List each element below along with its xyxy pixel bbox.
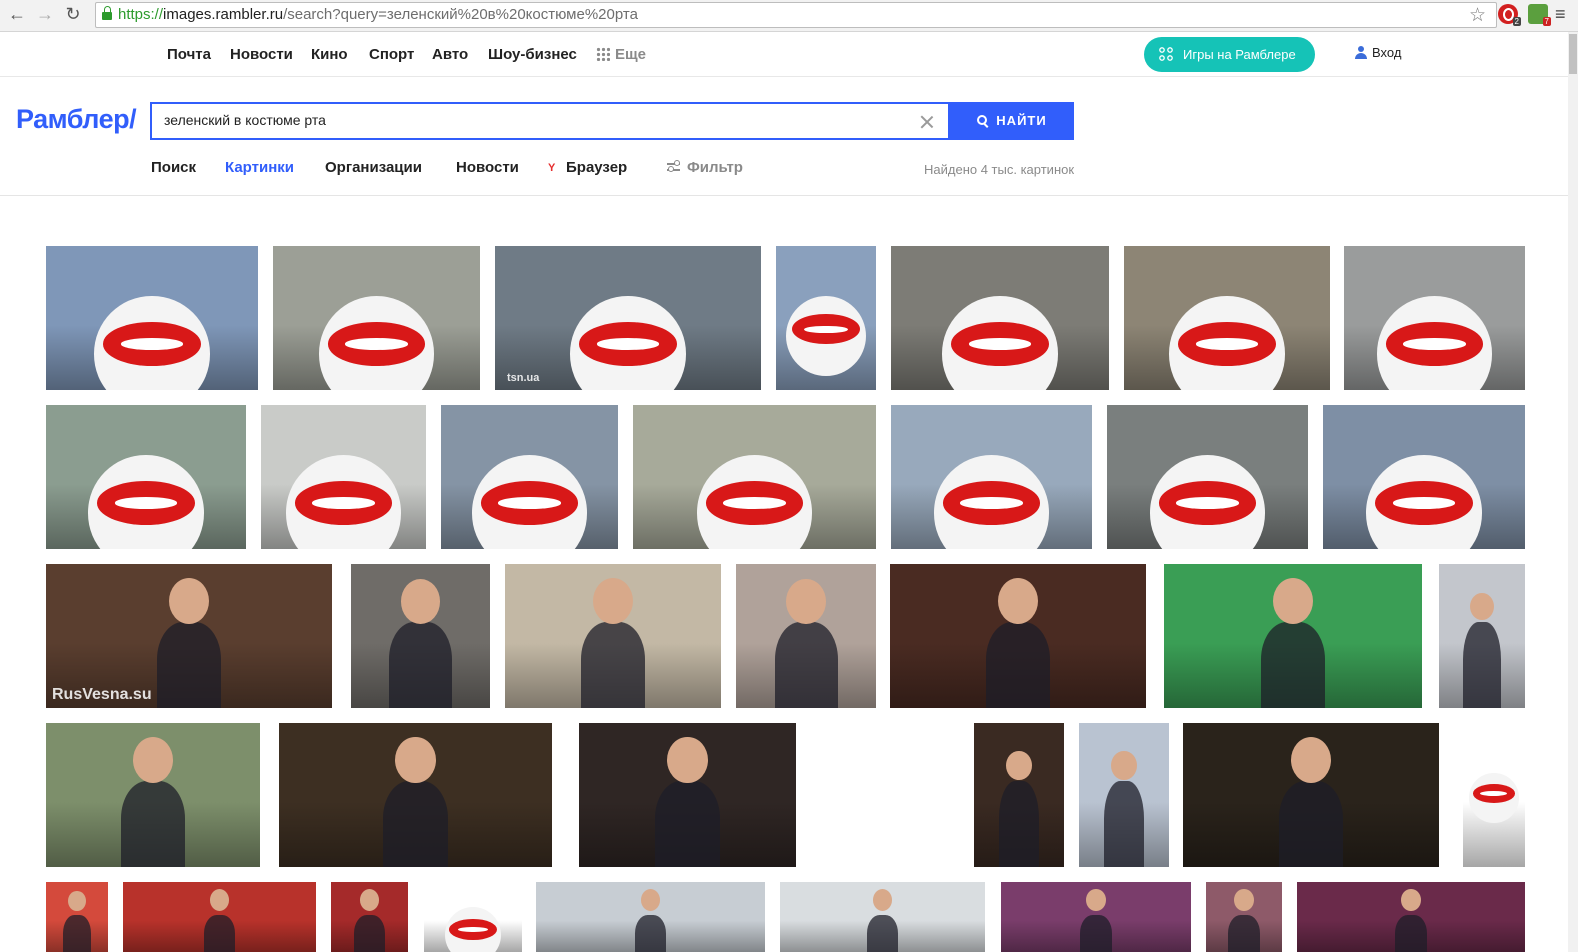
image-result-thumbnail[interactable] <box>890 564 1146 708</box>
nav-item-mail[interactable]: Почта <box>167 46 211 63</box>
tab-images[interactable]: Картинки <box>225 159 294 176</box>
nav-item-news[interactable]: Новости <box>230 46 293 63</box>
clear-icon[interactable] <box>918 113 936 131</box>
rambler-logo[interactable]: Рамблер/ <box>16 104 137 135</box>
extension-icon[interactable]: 7 <box>1528 4 1551 26</box>
image-result-thumbnail[interactable] <box>1439 564 1525 708</box>
user-icon <box>1355 46 1367 59</box>
image-result-thumbnail[interactable] <box>1344 246 1525 390</box>
image-result-thumbnail[interactable]: RusVesna.su <box>46 564 332 708</box>
image-result-thumbnail[interactable]: tsn.ua <box>495 246 761 390</box>
filter-button[interactable]: Фильтр <box>687 159 743 176</box>
address-bar[interactable]: https://images.rambler.ru/search?query=з… <box>95 2 1497 28</box>
search-icon <box>977 115 988 126</box>
image-result-thumbnail[interactable] <box>331 882 408 952</box>
image-result-thumbnail[interactable] <box>424 882 522 952</box>
image-result-thumbnail[interactable] <box>1297 882 1525 952</box>
bookmark-star-icon[interactable]: ☆ <box>1469 4 1486 27</box>
image-result-thumbnail[interactable] <box>1107 405 1308 549</box>
image-result-thumbnail[interactable] <box>579 723 796 867</box>
watermark: RusVesna.su <box>52 686 152 703</box>
image-result-thumbnail[interactable] <box>633 405 876 549</box>
image-result-thumbnail[interactable] <box>123 882 316 952</box>
image-result-thumbnail[interactable] <box>1001 882 1191 952</box>
image-result-thumbnail[interactable] <box>1323 405 1525 549</box>
browser-toolbar: ← → ↻ https://images.rambler.ru/search?q… <box>0 0 1578 32</box>
image-result-thumbnail[interactable] <box>536 882 765 952</box>
image-result-thumbnail[interactable] <box>780 882 985 952</box>
image-result-thumbnail[interactable] <box>891 405 1092 549</box>
top-navigation: Почта Новости Кино Спорт Авто Шоу-бизнес… <box>0 32 1568 77</box>
page-scrollbar[interactable] <box>1568 32 1578 952</box>
image-result-thumbnail[interactable] <box>1206 882 1282 952</box>
image-result-thumbnail[interactable] <box>351 564 490 708</box>
extension-badge: 2 <box>1512 17 1521 26</box>
back-icon[interactable]: ← <box>6 3 28 25</box>
header-divider <box>0 195 1568 196</box>
nav-item-auto[interactable]: Авто <box>432 46 468 63</box>
image-result-thumbnail[interactable] <box>1463 723 1525 867</box>
image-result-thumbnail[interactable] <box>736 564 876 708</box>
image-result-thumbnail[interactable] <box>46 405 246 549</box>
login-link[interactable]: Вход <box>1355 45 1401 60</box>
image-result-thumbnail[interactable] <box>273 246 480 390</box>
results-count: Найдено 4 тыс. картинок <box>924 162 1075 177</box>
nav-item-more[interactable]: Еще <box>615 46 646 63</box>
image-result-thumbnail[interactable] <box>891 246 1109 390</box>
url-text: https://images.rambler.ru/search?query=з… <box>118 6 638 23</box>
watermark: tsn.ua <box>507 372 540 384</box>
image-result-thumbnail[interactable] <box>279 723 552 867</box>
image-result-thumbnail[interactable] <box>46 882 108 952</box>
image-result-thumbnail[interactable] <box>974 723 1064 867</box>
search-button-label: НАЙТИ <box>996 113 1047 128</box>
nav-item-cinema[interactable]: Кино <box>311 46 348 63</box>
grid-icon <box>596 47 610 61</box>
image-result-thumbnail[interactable] <box>46 723 260 867</box>
image-result-thumbnail[interactable] <box>776 246 876 390</box>
extension-badge: 7 <box>1542 17 1551 26</box>
forward-icon[interactable]: → <box>34 3 56 25</box>
tab-browser[interactable]: Браузер <box>566 159 627 176</box>
opera-extension-icon[interactable]: 2 <box>1498 4 1521 26</box>
login-label: Вход <box>1372 45 1402 60</box>
tab-organizations[interactable]: Организации <box>325 159 422 176</box>
games-button-label: Игры на Рамблере <box>1183 47 1296 62</box>
lock-icon <box>102 6 112 20</box>
nav-item-showbiz[interactable]: Шоу-бизнес <box>488 46 577 63</box>
games-button[interactable]: Игры на Рамблере <box>1144 37 1315 72</box>
nav-item-sport[interactable]: Спорт <box>369 46 414 63</box>
tab-search[interactable]: Поиск <box>151 159 196 176</box>
image-result-thumbnail[interactable] <box>1164 564 1422 708</box>
image-result-thumbnail[interactable] <box>261 405 426 549</box>
search-input[interactable] <box>164 112 904 128</box>
search-box <box>150 102 950 140</box>
filter-icon <box>667 160 680 174</box>
browser-menu-icon[interactable]: ≡ <box>1555 4 1566 25</box>
yandex-browser-icon: Y <box>548 162 556 174</box>
image-result-thumbnail[interactable] <box>46 246 258 390</box>
image-result-thumbnail[interactable] <box>1183 723 1439 867</box>
image-result-thumbnail[interactable] <box>1079 723 1169 867</box>
reload-icon[interactable]: ↻ <box>62 3 84 25</box>
image-result-thumbnail[interactable] <box>441 405 618 549</box>
tab-news[interactable]: Новости <box>456 159 519 176</box>
image-result-thumbnail[interactable] <box>1124 246 1330 390</box>
gamepad-icon <box>1159 47 1173 61</box>
image-result-thumbnail[interactable] <box>505 564 721 708</box>
search-button[interactable]: НАЙТИ <box>950 102 1074 140</box>
scrollbar-thumb[interactable] <box>1569 34 1577 74</box>
